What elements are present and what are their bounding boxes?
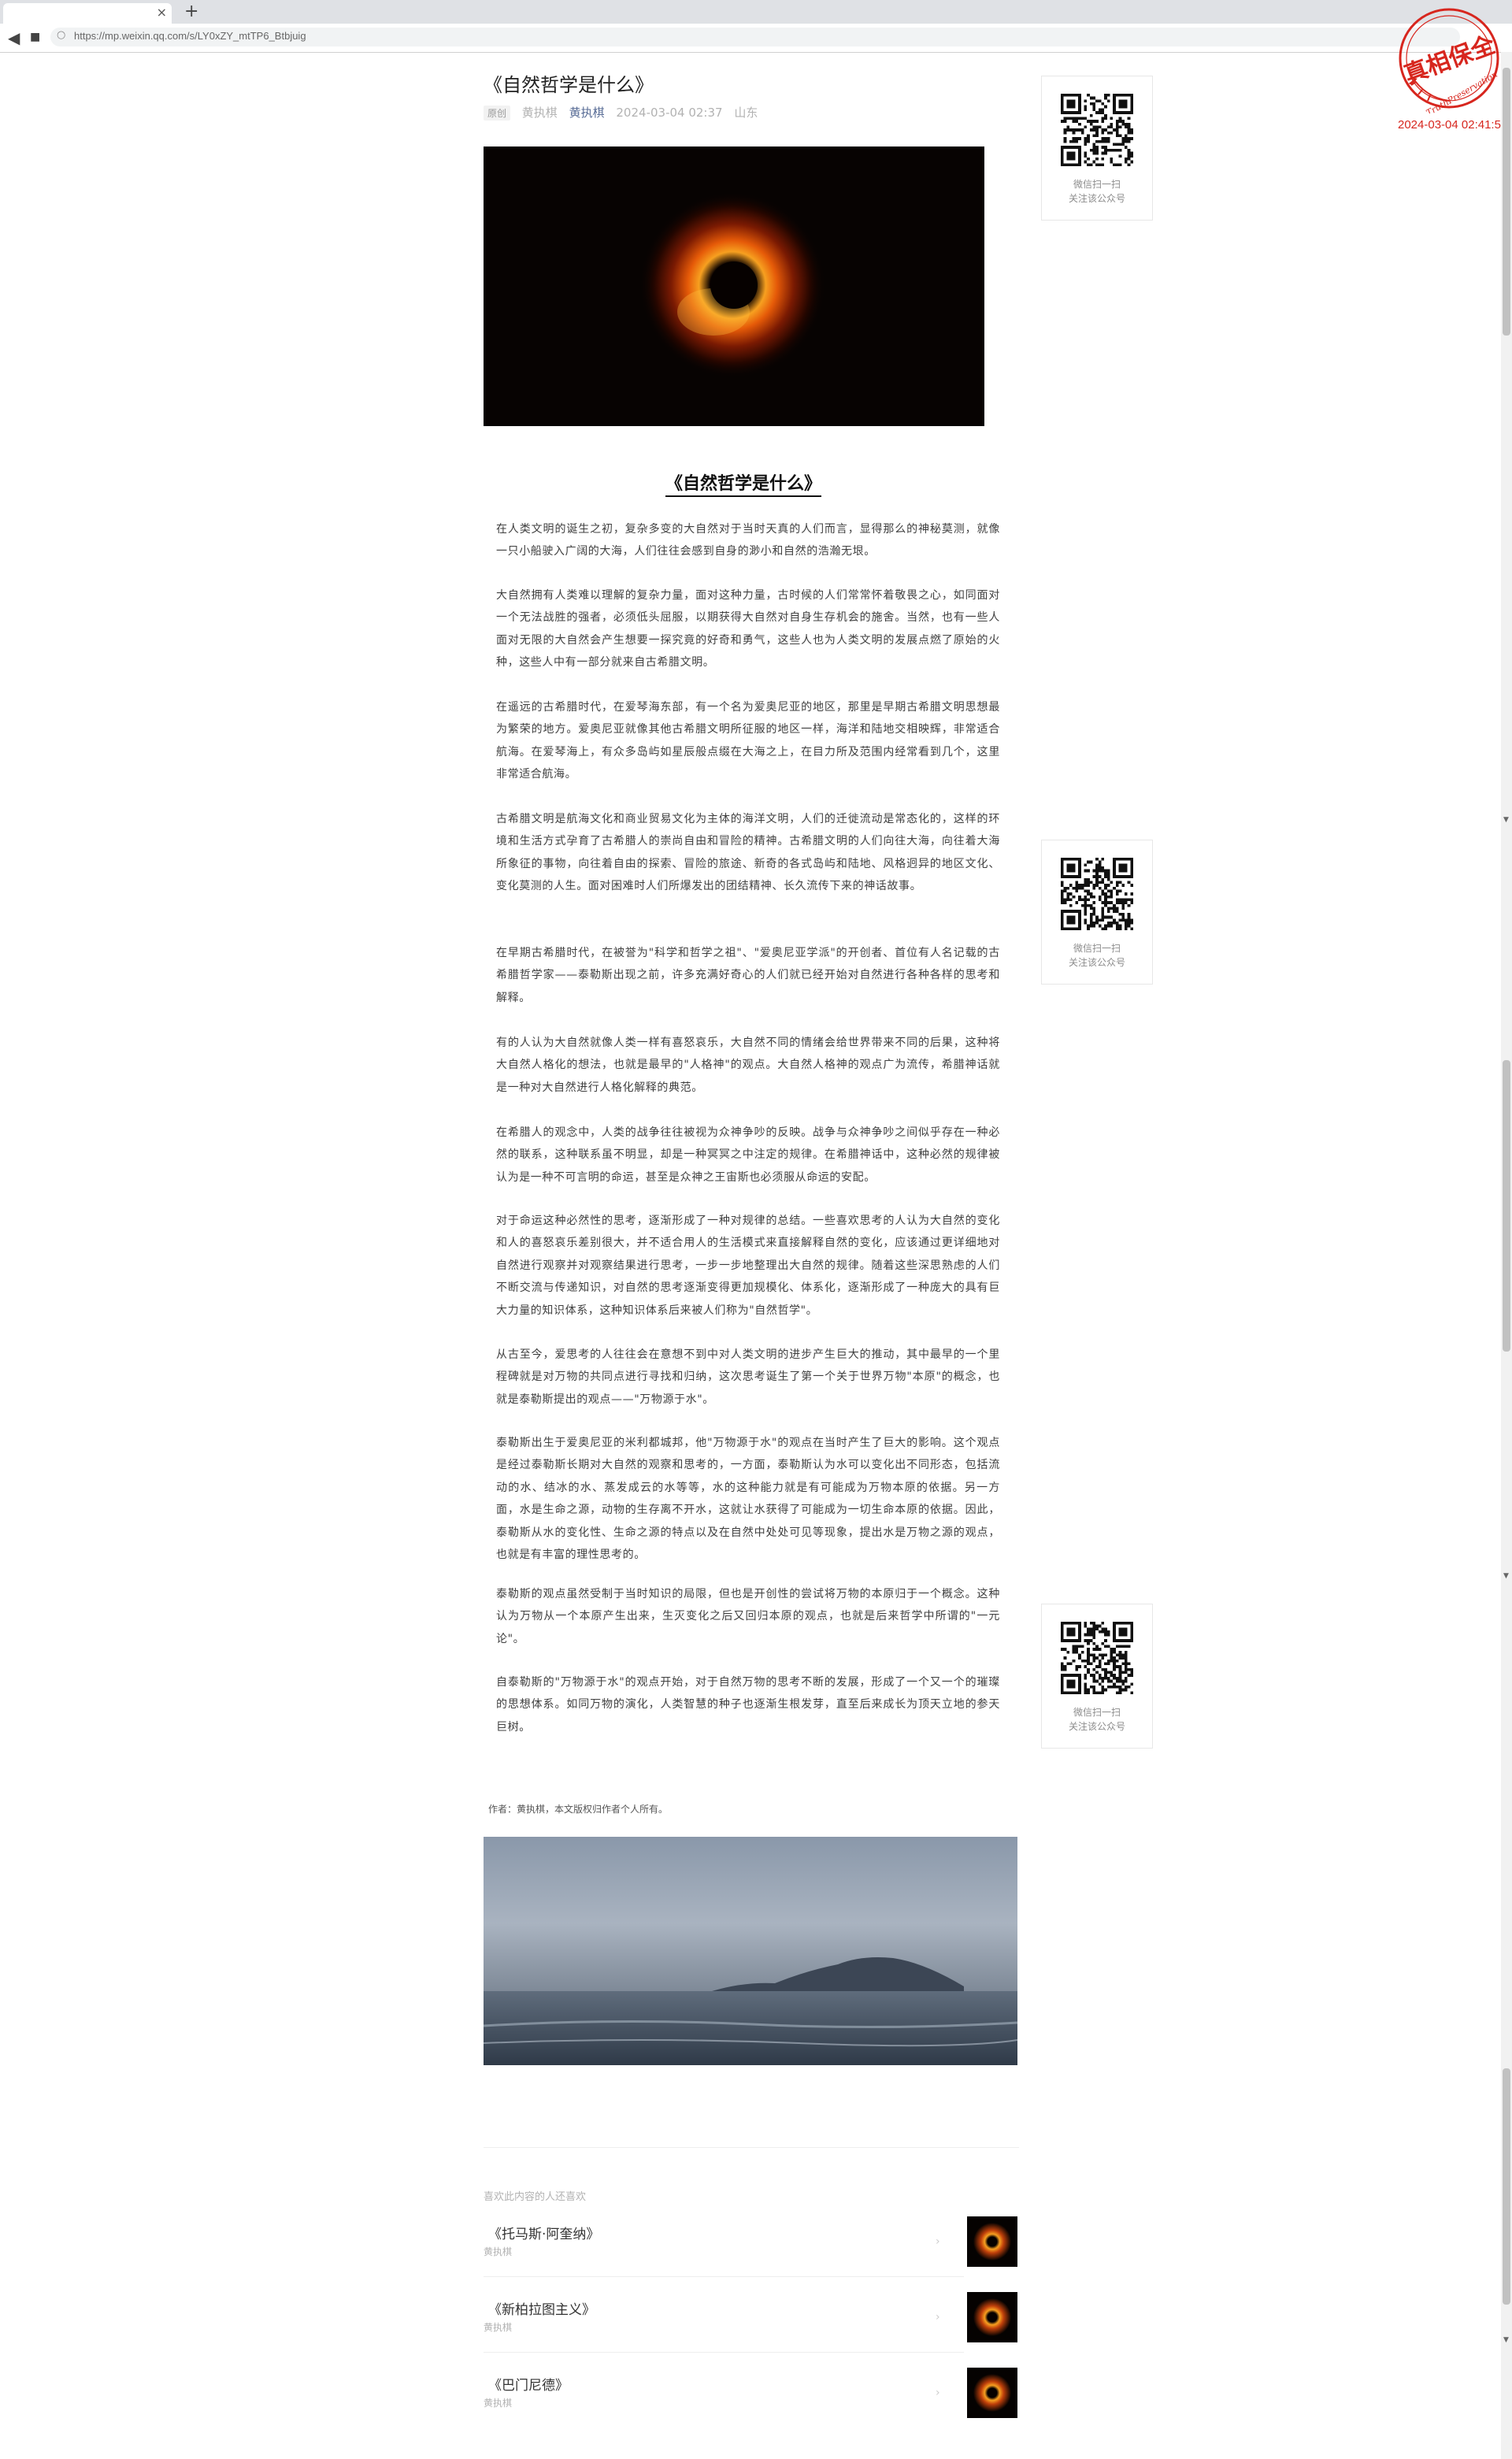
article-meta: 原创 黄执棋 黄执棋 2024-03-04 02:37 山东 [484,104,765,121]
scroll-down-icon[interactable]: ▼ [1503,2336,1509,2344]
qr-caption: 关注该公众号 [1068,957,1125,968]
black-hole-image [484,147,984,426]
recommend-thumbnail[interactable] [967,2292,1017,2342]
paragraph: 古希腊文明是航海文化和商业贸易文化为主体的海洋文明，人们的迁徙流动是常态化的，这… [496,813,1000,893]
recommend-thumbnail[interactable] [967,2216,1017,2267]
url-field[interactable]: ○ https://mp.weixin.qq.com/s/LY0xZY_mtTP… [50,28,1460,46]
article-title: 《自然哲学是什么》 [484,74,654,96]
paragraph: 泰勒斯的观点虽然受制于当时知识的局限，但也是开创性的尝试将万物的本原归于一个概念… [496,1588,1000,1645]
publish-location: 山东 [734,106,758,120]
qr-caption: 微信扫一扫 [1073,943,1121,954]
qr-panel: 微信扫一扫 关注该公众号 [1041,1604,1153,1749]
recommend-author: 黄执棋 [484,2398,513,2409]
paragraph: 对于命运这种必然性的思考，逐渐形成了一种对规律的总结。一些喜欢思考的人认为大自然… [496,1215,1000,1317]
chevron-right-icon: › [936,2235,940,2248]
refresh-icon[interactable]: ■ [30,31,40,43]
qr-caption: 微信扫一扫 [1073,1707,1121,1718]
author-name: 黄执棋 [521,106,558,120]
lock-icon: ○ [57,29,66,41]
scroll-thumb[interactable] [1503,2068,1510,2305]
sea-image [484,1837,1017,2065]
qr-panel: 微信扫一扫 关注该公众号 [1041,840,1153,985]
scroll-thumb[interactable] [1503,1060,1510,1352]
recommend-item[interactable]: 《新柏拉图主义》 黄执棋 › [484,2290,1019,2353]
preservation-stamp-icon: 真相保全 TruthPreservation [1399,8,1499,113]
paragraph: 从古至今，爱思考的人往往会在意想不到中对人类文明的进步产生巨大的推动，其中最早的… [496,1348,1000,1406]
scroll-down-icon[interactable]: ▼ [1503,816,1509,824]
divider [484,2276,964,2277]
scroll-down-icon[interactable]: ▼ [1503,1572,1509,1580]
paragraph: 大自然拥有人类难以理解的复杂力量，面对这种力量，古时候的人们常常怀着敬畏之心，如… [496,589,1000,669]
qr-code-icon [1061,1622,1133,1694]
browser-tab[interactable]: × [3,3,172,24]
stamp-date: 2024-03-04 02:41:53 [1398,118,1508,132]
publish-date: 2024-03-04 02:37 [616,106,723,120]
back-icon[interactable]: ◀ [8,28,20,47]
original-badge: 原创 [484,106,511,121]
divider [484,2352,964,2353]
recommend-item[interactable]: 《托马斯·阿奎纳》 黄执棋 › [484,2215,1019,2278]
chevron-right-icon: › [936,2311,940,2324]
paragraph: 在遥远的古希腊时代，在爱琴海东部，有一个名为爱奥尼亚的地区，那里是早期古希腊文明… [496,701,1000,781]
paragraph: 在早期古希腊时代，在被誉为"科学和哲学之祖"、"爱奥尼亚学派"的开创者、首位有人… [496,947,1000,1004]
recommend-author: 黄执棋 [484,2246,513,2257]
paragraph: 自泰勒斯的"万物源于水"的观点开始，对于自然万物的思考不断的发展，形成了一个又一… [496,1676,1000,1734]
qr-code-icon [1061,858,1133,930]
recommend-author: 黄执棋 [484,2322,513,2333]
qr-caption: 微信扫一扫 [1073,179,1121,190]
recommend-header: 喜欢此内容的人还喜欢 [484,2191,587,2203]
section-heading: 《自然哲学是什么》 [484,469,1003,497]
qr-caption: 关注该公众号 [1068,1721,1125,1732]
qr-caption: 关注该公众号 [1068,193,1125,204]
qr-panel: 微信扫一扫 关注该公众号 [1041,76,1153,221]
recommend-thumbnail[interactable] [967,2368,1017,2418]
paragraph: 在人类文明的诞生之初，复杂多变的大自然对于当时天真的人们而言，显得那么的神秘莫测… [496,523,1000,558]
recommend-item[interactable]: 《巴门尼德》 黄执棋 › [484,2366,1019,2429]
account-link[interactable]: 黄执棋 [569,106,605,120]
paragraph: 泰勒斯出生于爱奥尼亚的米利都城邦，他"万物源于水"的观点在当时产生了巨大的影响。… [496,1437,1000,1562]
paragraph: 有的人认为大自然就像人类一样有喜怒哀乐，大自然不同的情绪会给世界带来不同的后果，… [496,1037,1000,1094]
copyright-note: 作者：黄执棋，本文版权归作者个人所有。 [488,1804,669,1815]
chevron-right-icon: › [936,2387,940,2399]
tab-close-icon[interactable]: × [157,5,167,20]
new-tab-button[interactable]: + [184,2,198,21]
scroll-thumb[interactable] [1503,68,1510,336]
url-text: https://mp.weixin.qq.com/s/LY0xZY_mtTP6_… [74,30,306,42]
scrollbar[interactable]: ▼ ▼ ▼ [1501,52,1512,2459]
divider [484,2147,1019,2148]
seascape-graphic [484,1837,1017,2065]
black-hole-graphic [484,147,984,426]
recommend-title[interactable]: 《新柏拉图主义》 [488,2298,595,2318]
address-bar: ◀ ■ ○ https://mp.weixin.qq.com/s/LY0xZY_… [0,24,1512,53]
qr-code-icon [1061,94,1133,166]
browser-tabbar: × + – [0,0,1512,24]
paragraph: 在希腊人的观念中，人类的战争往往被视为众神争吵的反映。战争与众神争吵之间似乎存在… [496,1126,1000,1184]
recommend-title[interactable]: 《托马斯·阿奎纳》 [488,2223,599,2242]
recommend-title[interactable]: 《巴门尼德》 [488,2374,569,2394]
